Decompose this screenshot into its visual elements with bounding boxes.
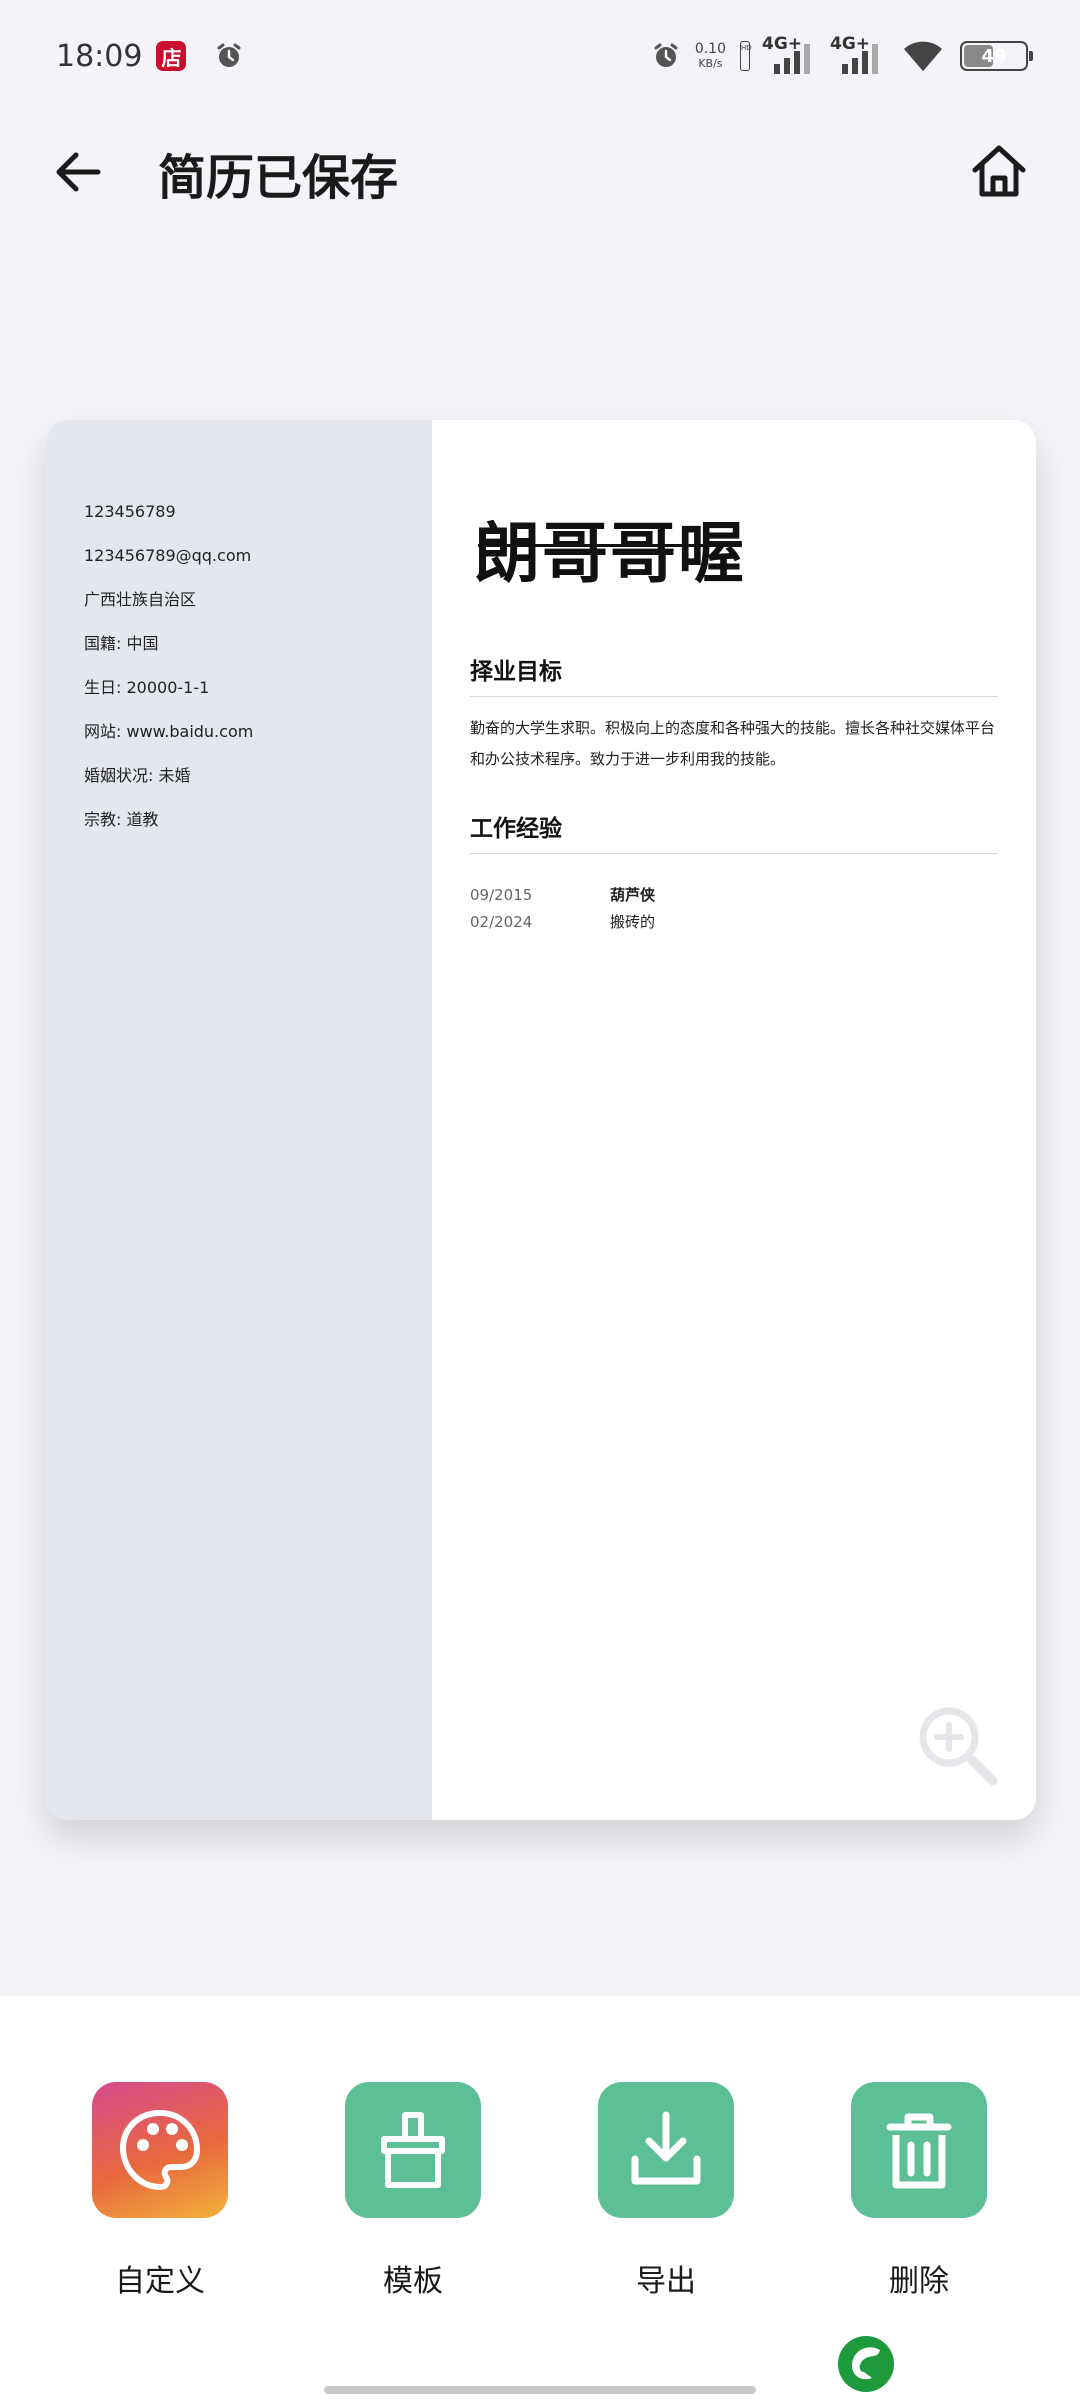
customize-button[interactable]: 自定义 bbox=[92, 2082, 228, 2300]
resume-name: 朗哥哥喔 bbox=[474, 500, 746, 596]
app-notification-icon: 店 bbox=[156, 41, 187, 71]
contact-address: 广西壮族自治区 bbox=[84, 590, 197, 609]
gesture-home-indicator[interactable] bbox=[324, 2386, 756, 2394]
signal-icon: 4G+ bbox=[830, 34, 886, 76]
zoom-in-button[interactable] bbox=[910, 1698, 1006, 1794]
work-role: 搬砖的 bbox=[610, 913, 656, 931]
network-speed-unit: KB/s bbox=[698, 57, 723, 70]
battery-level: 49 bbox=[981, 45, 1007, 67]
app-header: 简历已保存 bbox=[0, 112, 1080, 232]
network-speed-value: 0.10 bbox=[694, 41, 726, 57]
action-bar: 自定义 模板 导出 删除 bbox=[0, 2082, 1080, 2302]
zoom-in-icon bbox=[919, 1707, 998, 1786]
work-detail: 葫芦侠 搬砖的 bbox=[610, 882, 655, 936]
home-button[interactable] bbox=[966, 138, 1032, 204]
wifi-icon bbox=[902, 39, 944, 73]
signal-type-label: 4G+ bbox=[830, 34, 871, 54]
work-dates: 09/2015 02/2024 bbox=[470, 882, 610, 936]
resume-sidebar: 123456789 123456789@qq.com 广西壮族自治区 国籍: 中… bbox=[46, 420, 432, 1820]
status-left: 18:09 店 bbox=[56, 39, 244, 74]
contact-nationality: 国籍: 中国 bbox=[84, 634, 159, 653]
export-button[interactable]: 导出 bbox=[598, 2082, 734, 2300]
status-bar: 18:09 店 0.10 KB/s HD 4G+ 4G+ 49 bbox=[0, 0, 1080, 112]
back-button[interactable] bbox=[48, 142, 108, 202]
contact-email: 123456789@qq.com bbox=[84, 546, 252, 565]
template-button[interactable]: 模板 bbox=[345, 2082, 481, 2300]
download-icon bbox=[631, 2111, 701, 2185]
brush-icon bbox=[381, 2112, 445, 2188]
resume-preview[interactable]: 123456789 123456789@qq.com 广西壮族自治区 国籍: 中… bbox=[46, 420, 1036, 1820]
work-heading: 工作经验 bbox=[470, 809, 998, 854]
status-time: 18:09 bbox=[56, 38, 143, 74]
template-label: 模板 bbox=[383, 2264, 443, 2299]
contact-birthday: 生日: 20000-1-1 bbox=[84, 678, 210, 697]
page-title: 简历已保存 bbox=[158, 150, 399, 206]
battery-icon: 49 bbox=[960, 41, 1033, 71]
bottom-action-sheet: 自定义 模板 导出 删除 bbox=[0, 1996, 1080, 2400]
customize-icon-tile bbox=[92, 2082, 228, 2218]
arrow-left-icon bbox=[56, 152, 101, 192]
home-icon bbox=[972, 145, 1026, 197]
objective-heading: 择业目标 bbox=[470, 652, 998, 697]
objective-text: 勤奋的大学生求职。积极向上的态度和各种强大的技能。擅长各种社交媒体平台和办公技术… bbox=[470, 719, 996, 768]
palette-icon bbox=[120, 2110, 200, 2190]
export-label: 导出 bbox=[636, 2264, 696, 2299]
signal-icon: 4G+ bbox=[762, 34, 818, 76]
delete-label: 删除 bbox=[889, 2264, 949, 2299]
contact-website: 网站: www.baidu.com bbox=[84, 722, 254, 741]
contact-phone: 123456789 bbox=[84, 502, 176, 521]
work-end-date: 02/2024 bbox=[470, 913, 533, 931]
alarm-icon bbox=[214, 41, 244, 71]
customize-label: 自定义 bbox=[115, 2264, 205, 2299]
work-start-date: 09/2015 bbox=[470, 886, 533, 904]
resume-main: 朗哥哥喔 择业目标 勤奋的大学生求职。积极向上的态度和各种强大的技能。擅长各种社… bbox=[432, 420, 1036, 1820]
app-logo-icon bbox=[836, 2334, 896, 2394]
export-icon-tile bbox=[598, 2082, 734, 2218]
trash-icon bbox=[886, 2113, 952, 2189]
signal-type-label: 4G+ bbox=[762, 34, 803, 54]
contact-religion: 宗教: 道教 bbox=[84, 810, 159, 829]
network-speed: 0.10 KB/s bbox=[695, 41, 726, 71]
resume-name-text: 朗哥哥喔 bbox=[474, 515, 746, 592]
work-entry: 09/2015 02/2024 葫芦侠 搬砖的 bbox=[470, 882, 998, 936]
delete-icon-tile bbox=[851, 2082, 987, 2218]
work-company: 葫芦侠 bbox=[610, 886, 656, 904]
template-icon-tile bbox=[345, 2082, 481, 2218]
hd-icon: HD bbox=[740, 41, 752, 71]
name-strikethrough bbox=[478, 544, 742, 548]
alarm-icon bbox=[651, 41, 681, 71]
contact-marital-status: 婚姻状况: 未婚 bbox=[84, 766, 191, 785]
status-right: 0.10 KB/s HD 4G+ 4G+ 49 bbox=[635, 34, 1033, 76]
delete-button[interactable]: 删除 bbox=[851, 2082, 987, 2300]
